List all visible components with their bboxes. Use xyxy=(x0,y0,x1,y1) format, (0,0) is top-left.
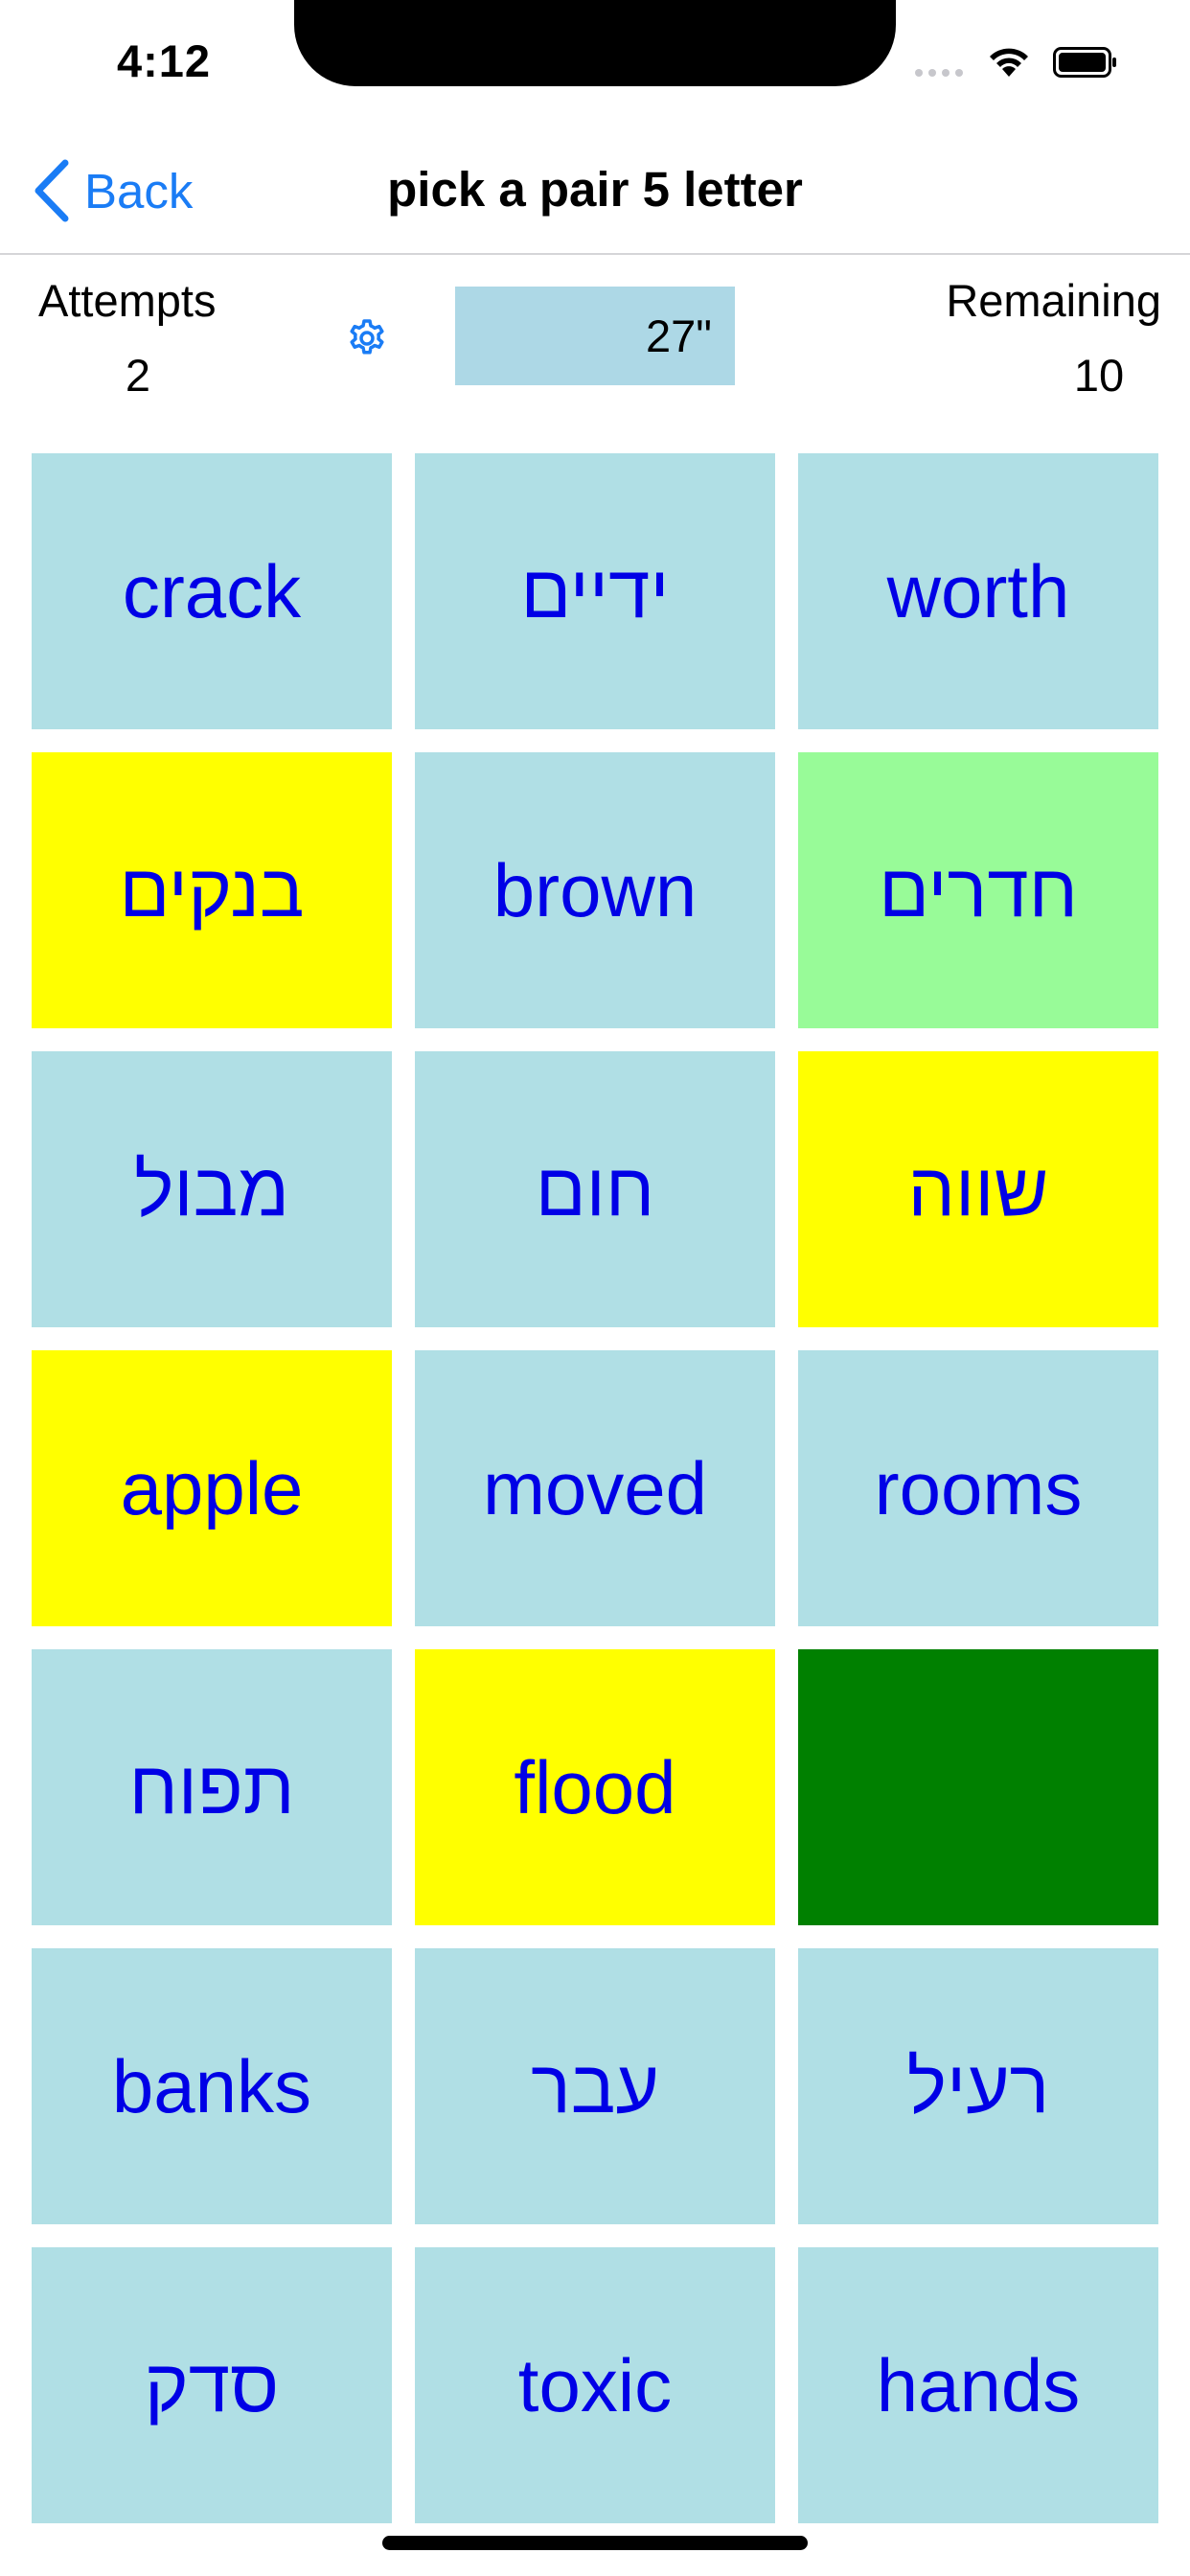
device-notch xyxy=(294,0,896,86)
word-tile-label: toxic xyxy=(517,2342,673,2427)
word-tile[interactable]: ידיים xyxy=(415,453,775,729)
signal-dots-icon xyxy=(915,69,963,77)
word-tile[interactable]: worth xyxy=(798,453,1158,729)
word-tile-label: בנקים xyxy=(119,847,305,932)
word-tile-label: hands xyxy=(876,2342,1081,2427)
word-tile-label: moved xyxy=(482,1445,708,1530)
word-tile-label: חדרים xyxy=(879,847,1078,932)
word-tile-label: apple xyxy=(120,1445,304,1530)
word-tile[interactable]: סדק xyxy=(32,2247,392,2523)
word-tile-label: חום xyxy=(535,1146,655,1231)
gear-icon[interactable] xyxy=(346,317,388,359)
word-tile-label: flood xyxy=(514,1744,676,1829)
word-tile-label: worth xyxy=(886,548,1070,633)
remaining-label: Remaining xyxy=(946,275,1161,326)
word-tile[interactable]: מבול xyxy=(32,1051,392,1327)
word-tile[interactable]: תפוח xyxy=(32,1649,392,1925)
word-tile-label: brown xyxy=(492,847,698,932)
word-tile-label: ידיים xyxy=(520,548,670,633)
word-tile-label: crack xyxy=(122,548,302,633)
timer-display: 27" xyxy=(455,287,735,385)
word-tile[interactable]: עבר xyxy=(415,1948,775,2224)
status-bar: 4:12 xyxy=(0,0,1190,144)
word-tile[interactable]: בנקים xyxy=(32,752,392,1028)
word-tile[interactable]: crack xyxy=(32,453,392,729)
word-tile-label: סדק xyxy=(144,2342,280,2427)
word-tile[interactable]: hands xyxy=(798,2247,1158,2523)
word-tile[interactable]: חום xyxy=(415,1051,775,1327)
attempts-label: Attempts xyxy=(38,275,217,326)
word-tile[interactable]: רעיל xyxy=(798,1948,1158,2224)
status-time: 4:12 xyxy=(117,35,212,86)
word-tile-label: rooms xyxy=(874,1445,1083,1530)
word-tile[interactable]: apple xyxy=(32,1350,392,1626)
home-indicator xyxy=(382,2536,808,2550)
word-tile-label: מבול xyxy=(134,1146,289,1231)
page-title: pick a pair 5 letter xyxy=(387,162,803,217)
word-tile[interactable]: flood xyxy=(415,1649,775,1925)
word-tile-label: שווה xyxy=(907,1146,1049,1231)
word-tile[interactable]: brown xyxy=(415,752,775,1028)
word-tile-label: רעיל xyxy=(906,2043,1050,2128)
word-tile[interactable]: rooms xyxy=(798,1350,1158,1626)
word-tile[interactable]: חדרים xyxy=(798,752,1158,1028)
word-tile-label: עבר xyxy=(531,2043,659,2128)
attempts-count: 2 xyxy=(125,350,151,401)
word-tile[interactable]: moved xyxy=(415,1350,775,1626)
wifi-icon xyxy=(990,48,1028,77)
battery-icon xyxy=(1053,47,1116,78)
word-tile[interactable]: toxic xyxy=(415,2247,775,2523)
navigation-bar: Back pick a pair 5 letter xyxy=(0,144,1190,255)
game-stats: Attempts 2 27" Remaining 10 xyxy=(0,257,1190,429)
remaining-count: 10 xyxy=(1073,350,1125,401)
tile-grid: crack ידיים worth בנקים brown חדרים מבול חום שוו… xyxy=(32,453,1158,2523)
word-tile[interactable]: שווה xyxy=(798,1051,1158,1327)
word-tile-label: banks xyxy=(111,2043,312,2128)
word-tile[interactable] xyxy=(798,1649,1158,1925)
word-tile-label: תפוח xyxy=(128,1744,295,1829)
word-tile[interactable]: banks xyxy=(32,1948,392,2224)
